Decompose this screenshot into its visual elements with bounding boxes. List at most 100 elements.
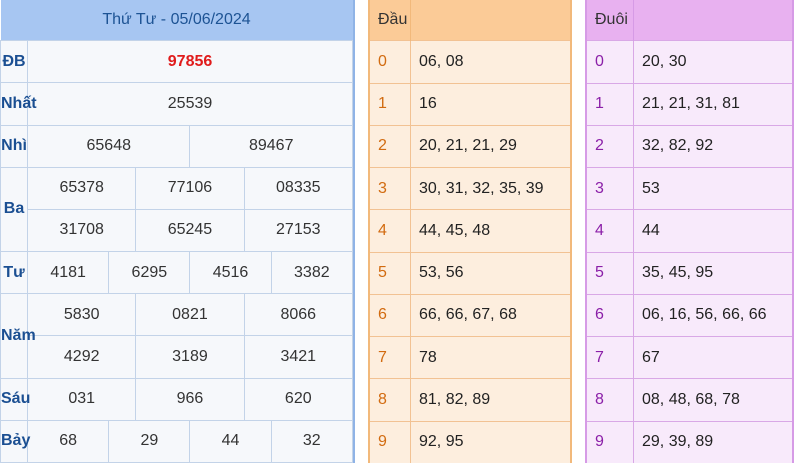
dau-values: 16 <box>410 82 570 126</box>
duoi-values: 53 <box>633 167 792 210</box>
dau-values: 53, 56 <box>410 251 570 295</box>
prize-value: 0821 <box>135 293 245 337</box>
dau-key: 2 <box>370 124 411 168</box>
duoi-values: 06, 16, 56, 66, 66 <box>633 293 792 337</box>
prize-value: 620 <box>243 377 354 421</box>
dau-key: 9 <box>370 420 411 463</box>
dau-values: 92, 95 <box>410 420 570 463</box>
duoi-row: 9 29, 39, 89 <box>587 420 792 463</box>
prize-db-value: 97856 <box>27 40 353 84</box>
prize-label: Ba <box>0 166 29 253</box>
prize-value: 65245 <box>135 208 245 253</box>
dau-row: 7 78 <box>370 336 570 379</box>
duoi-values: 21, 21, 31, 81 <box>633 82 792 126</box>
dau-row: 1 16 <box>370 82 570 126</box>
results-table-panel: Thứ Tư - 05/06/2024 ĐB 97856 Nhất 25539 … <box>0 0 355 463</box>
duoi-header-blank <box>633 0 792 41</box>
prize-label: Tư <box>0 251 29 295</box>
prize-value: 5830 <box>27 293 137 337</box>
prize-value: 31708 <box>27 208 137 253</box>
dau-key: 0 <box>370 40 411 84</box>
prize-value: 27153 <box>243 208 354 253</box>
prize-value: 3189 <box>135 335 245 379</box>
prize-value: 77106 <box>135 166 245 210</box>
duoi-values: 20, 30 <box>633 40 792 84</box>
prize-label: Sáu <box>0 377 30 421</box>
results-title: Thứ Tư - 05/06/2024 <box>0 0 353 41</box>
dau-row: 2 20, 21, 21, 29 <box>370 124 570 168</box>
prize-value: 3382 <box>270 251 354 295</box>
dau-table-panel: Đầu 0 06, 08 1 16 2 20, 21, 21, 29 3 30, 31,… <box>368 0 572 463</box>
prize-label: ĐB <box>0 40 29 84</box>
duoi-values: 29, 39, 89 <box>633 420 792 463</box>
prize-value: 44 <box>189 419 272 463</box>
prize-value: 08335 <box>243 166 354 210</box>
results-table: Thứ Tư - 05/06/2024 ĐB 97856 Nhất 25539 … <box>0 0 354 463</box>
duoi-key: 0 <box>587 40 634 84</box>
duoi-row: 1 21, 21, 31, 81 <box>587 82 792 126</box>
prize-value: 65378 <box>27 166 137 210</box>
dau-values: 78 <box>410 336 570 379</box>
duoi-key: 1 <box>587 82 634 126</box>
duoi-values: 08, 48, 68, 78 <box>633 378 792 422</box>
row-nhi: Nhì 65648 89467 <box>0 124 353 168</box>
duoi-key: 7 <box>587 336 634 379</box>
duoi-key: 6 <box>587 293 634 337</box>
row-nam-1: Năm 5830 0821 8066 <box>0 293 354 379</box>
duoi-key: 9 <box>587 420 634 463</box>
dau-row: 6 66, 66, 67, 68 <box>370 293 570 337</box>
prize-value: 4181 <box>27 251 110 295</box>
duoi-row: 7 67 <box>587 336 792 379</box>
prize-value: 32 <box>270 419 354 463</box>
dau-values: 66, 66, 67, 68 <box>410 293 570 337</box>
duoi-row: 4 44 <box>587 209 792 253</box>
dau-header-blank <box>410 0 570 41</box>
dau-values: 06, 08 <box>410 40 570 84</box>
row-tu: Tư 4181 6295 4516 3382 <box>0 251 354 295</box>
dau-row: 3 30, 31, 32, 35, 39 <box>370 167 570 210</box>
duoi-values: 35, 45, 95 <box>633 251 792 295</box>
prize-label: Nhất <box>0 82 37 126</box>
dau-key: 7 <box>370 336 411 379</box>
duoi-header: Đuôi <box>587 0 634 41</box>
row-nam-2: 4292 3189 3421 <box>1 335 354 379</box>
prize-value: 29 <box>108 419 191 463</box>
prize-value: 4292 <box>27 335 137 379</box>
dau-key: 6 <box>370 293 411 337</box>
prize-value: 031 <box>27 377 137 421</box>
prize-value: 65648 <box>27 124 191 168</box>
duoi-key: 4 <box>587 209 634 253</box>
prize-value: 4516 <box>189 251 272 295</box>
duoi-values: 32, 82, 92 <box>633 124 792 168</box>
dau-key: 4 <box>370 209 411 253</box>
prize-value: 6295 <box>108 251 191 295</box>
row-db: ĐB 97856 <box>0 40 353 84</box>
dau-values: 30, 31, 32, 35, 39 <box>410 167 570 210</box>
dau-row: 9 92, 95 <box>370 420 570 463</box>
row-bay: Bảy 68 29 44 32 <box>0 419 354 463</box>
row-nhat: Nhất 25539 <box>0 82 353 126</box>
prize-label: Bảy <box>0 419 30 463</box>
duoi-key: 2 <box>587 124 634 168</box>
prize-label: Năm <box>0 293 36 379</box>
duoi-row: 5 35, 45, 95 <box>587 251 792 295</box>
dau-row: 0 06, 08 <box>370 40 570 84</box>
prize-label: Nhì <box>0 124 29 168</box>
prize-value: 25539 <box>27 82 353 126</box>
dau-values: 44, 45, 48 <box>410 209 570 253</box>
duoi-table-panel: Đuôi 0 20, 30 1 21, 21, 31, 81 2 32, 82, 92… <box>585 0 794 463</box>
duoi-row: 3 53 <box>587 167 792 210</box>
duoi-key: 8 <box>587 378 634 422</box>
duoi-row: 6 06, 16, 56, 66, 66 <box>587 293 792 337</box>
duoi-key: 3 <box>587 167 634 210</box>
prize-value: 89467 <box>189 124 353 168</box>
duoi-row: 0 20, 30 <box>587 40 792 84</box>
prize-value: 3421 <box>243 335 354 379</box>
prize-value: 68 <box>27 419 110 463</box>
prize-value: 8066 <box>243 293 354 337</box>
prize-value: 966 <box>135 377 245 421</box>
dau-key: 3 <box>370 167 411 210</box>
dau-table: Đầu 0 06, 08 1 16 2 20, 21, 21, 29 3 30, 31,… <box>370 0 570 463</box>
row-sau: Sáu 031 966 620 <box>0 377 354 421</box>
dau-key: 1 <box>370 82 411 126</box>
